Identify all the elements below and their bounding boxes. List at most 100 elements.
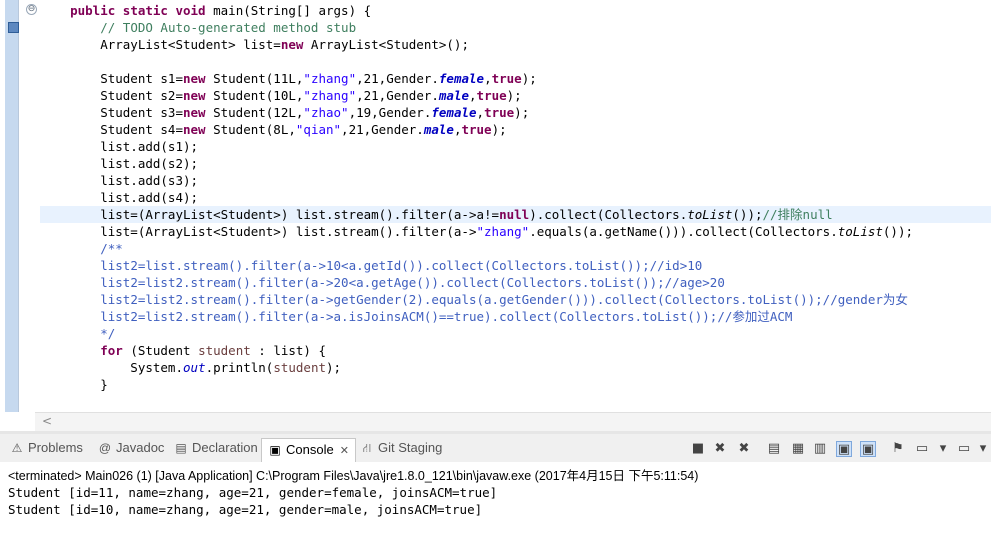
fold-collapse-icon[interactable]: ⊖ bbox=[26, 4, 37, 15]
code-line[interactable]: // TODO Auto-generated method stub bbox=[40, 19, 991, 36]
code-token: System. bbox=[40, 360, 183, 375]
code-line[interactable]: System.out.println(student); bbox=[40, 359, 991, 376]
code-token: male bbox=[438, 88, 470, 103]
code-token: ,21,Gender. bbox=[356, 88, 439, 103]
code-token: list=(ArrayList<Student>) list.stream().… bbox=[40, 224, 477, 239]
code-line[interactable]: Student s3=new Student(12L,"zhao",19,Gen… bbox=[40, 104, 991, 121]
code-token: true bbox=[491, 71, 522, 86]
code-token: void bbox=[175, 3, 206, 18]
code-token: female bbox=[438, 71, 485, 86]
code-token: /** bbox=[100, 241, 123, 256]
remove-launch-icon[interactable]: ✖ bbox=[712, 441, 728, 457]
close-icon[interactable]: ✕ bbox=[340, 445, 349, 457]
tab-git-staging[interactable]: ⛙ Git Staging bbox=[354, 437, 448, 459]
code-line[interactable]: Student s2=new Student(10L,"zhang",21,Ge… bbox=[40, 87, 991, 104]
console-view[interactable]: <terminated> Main026 (1) [Java Applicati… bbox=[0, 462, 991, 542]
open-console-icon[interactable]: ▭ bbox=[956, 441, 972, 457]
code-token: Student(11L, bbox=[205, 71, 304, 86]
pin-console-icon[interactable]: ⚑ bbox=[890, 441, 906, 457]
word-wrap-icon[interactable]: ▥ bbox=[812, 441, 828, 457]
code-line[interactable]: list.add(s2); bbox=[40, 155, 991, 172]
code-token: list2=list.stream().filter(a->10<a.getId… bbox=[100, 258, 703, 273]
annotation-ruler[interactable] bbox=[5, 0, 19, 412]
code-line[interactable]: ArrayList<Student> list=new ArrayList<St… bbox=[40, 36, 991, 53]
tab-problems[interactable]: ⚠ Problems bbox=[4, 437, 89, 459]
code-token: list2=list2.stream().filter(a->getGender… bbox=[100, 292, 908, 307]
declaration-icon: ▤ bbox=[175, 441, 187, 455]
code-line[interactable]: */ bbox=[40, 325, 991, 342]
code-line[interactable]: public static void main(String[] args) { bbox=[40, 2, 991, 19]
code-token: female bbox=[431, 105, 477, 120]
code-line[interactable]: } bbox=[40, 376, 991, 393]
code-line[interactable]: list=(ArrayList<Student>) list.stream().… bbox=[40, 206, 991, 223]
code-token: male bbox=[423, 122, 454, 137]
code-line[interactable]: list.add(s4); bbox=[40, 189, 991, 206]
show-on-stderr-icon[interactable]: ▣ bbox=[860, 441, 876, 457]
code-token: Student s1= bbox=[40, 71, 183, 86]
code-token: */ bbox=[100, 326, 116, 341]
display-console-icon[interactable]: ▭ bbox=[914, 441, 930, 457]
code-token: list2=list2.stream().filter(a->20<a.getA… bbox=[100, 275, 725, 290]
code-token: (Student bbox=[122, 343, 199, 358]
code-token: toList bbox=[687, 207, 733, 222]
code-token: new bbox=[183, 88, 206, 103]
terminate-icon[interactable]: ■ bbox=[690, 441, 706, 457]
code-token: list=(ArrayList<Student>) list.stream().… bbox=[40, 207, 500, 222]
code-line[interactable]: list.add(s1); bbox=[40, 138, 991, 155]
editor-horizontal-scrollbar[interactable]: < bbox=[35, 412, 991, 431]
open-console-dropdown-icon[interactable]: ▾ bbox=[978, 441, 988, 457]
code-token: Student(10L, bbox=[205, 88, 304, 103]
tab-label: Console bbox=[286, 442, 334, 457]
console-status-line: <terminated> Main026 (1) [Java Applicati… bbox=[8, 469, 699, 483]
code-token: main(String[] args) { bbox=[205, 3, 372, 18]
code-token: ); bbox=[506, 88, 522, 103]
code-line[interactable]: list2=list2.stream().filter(a->20<a.getA… bbox=[40, 274, 991, 291]
code-line[interactable]: Student s4=new Student(8L,"qian",21,Gend… bbox=[40, 121, 991, 138]
scroll-left-arrow-icon[interactable]: < bbox=[42, 414, 52, 428]
task-marker-icon[interactable] bbox=[8, 22, 19, 33]
code-line[interactable]: list2=list2.stream().filter(a->getGender… bbox=[40, 291, 991, 308]
remove-all-terminated-icon[interactable]: ✖ bbox=[736, 441, 752, 457]
code-token: , bbox=[476, 105, 485, 120]
code-line[interactable]: list.add(s3); bbox=[40, 172, 991, 189]
code-token: : list) { bbox=[250, 343, 327, 358]
code-token: static bbox=[122, 3, 168, 18]
code-token: ()); bbox=[882, 224, 914, 239]
code-token: ); bbox=[491, 122, 507, 137]
clear-console-icon[interactable]: ▤ bbox=[766, 441, 782, 457]
code-token: "zhang" bbox=[303, 71, 357, 86]
code-token: true bbox=[461, 122, 492, 137]
code-line[interactable] bbox=[40, 53, 991, 70]
code-line[interactable]: list2=list2.stream().filter(a->a.isJoins… bbox=[40, 308, 991, 325]
show-on-stdout-icon[interactable]: ▣ bbox=[836, 441, 852, 457]
code-token: .equals(a.getName())).collect(Collectors… bbox=[529, 224, 838, 239]
tab-label: Javadoc bbox=[116, 440, 165, 455]
code-token: ,21,Gender. bbox=[356, 71, 439, 86]
code-token: out bbox=[183, 360, 206, 375]
code-line[interactable]: /** bbox=[40, 240, 991, 257]
code-line[interactable]: for (Student student : list) { bbox=[40, 342, 991, 359]
code-line[interactable]: list2=list.stream().filter(a->10<a.getId… bbox=[40, 257, 991, 274]
tab-javadoc[interactable]: @ Javadoc bbox=[92, 437, 170, 459]
code-token: list2=list2.stream().filter(a->a.isJoins… bbox=[100, 309, 793, 324]
code-editor[interactable]: ⊖ public static void main(String[] args)… bbox=[0, 0, 991, 431]
tab-label: Declaration bbox=[192, 440, 258, 455]
tab-console[interactable]: ▣ Console ✕ bbox=[261, 438, 356, 463]
code-token: list.add(s1); bbox=[40, 139, 199, 154]
code-line[interactable]: list=(ArrayList<Student>) list.stream().… bbox=[40, 223, 991, 240]
code-token: //排除null bbox=[762, 207, 833, 222]
code-token: ArrayList<Student>(); bbox=[303, 37, 469, 52]
code-token: list.add(s3); bbox=[40, 173, 199, 188]
display-console-dropdown-icon[interactable]: ▾ bbox=[938, 441, 948, 457]
code-line[interactable]: Student s1=new Student(11L,"zhang",21,Ge… bbox=[40, 70, 991, 87]
scroll-lock-icon[interactable]: ▦ bbox=[790, 441, 806, 457]
code-token: list.add(s4); bbox=[40, 190, 199, 205]
tab-declaration[interactable]: ▤ Declaration bbox=[168, 437, 264, 459]
code-token: .println( bbox=[205, 360, 274, 375]
code-token: ); bbox=[521, 71, 537, 86]
code-token: "zhang" bbox=[476, 224, 530, 239]
code-token: null bbox=[499, 207, 530, 222]
